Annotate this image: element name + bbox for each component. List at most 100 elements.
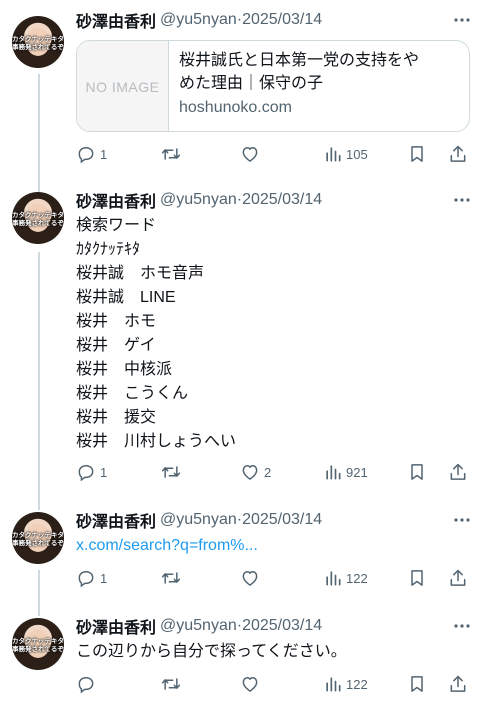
tweet-text: 検索ワード ｶﾀｸﾅｯﾃｷﾀ 桜井誠 ホモ音声 桜井誠 LINE 桜井 ホモ 桜…	[76, 214, 236, 454]
tweet[interactable]: カタクナッテキタ 事務発されてるぞ 砂澤由香利 @yu5nyan · 2025/…	[0, 8, 480, 178]
link-card[interactable]: NO IMAGE 桜井誠氏と日本第一党の支持をや めた理由｜保守の子 hoshu…	[76, 40, 470, 132]
tweet-header: 砂澤由香利 @yu5nyan · 2025/03/14	[76, 8, 322, 32]
card-thumbnail: NO IMAGE	[77, 41, 169, 131]
heart-icon	[242, 465, 258, 480]
views-button[interactable]: 105	[324, 142, 368, 166]
reply-button[interactable]: 1	[76, 566, 107, 590]
share-arrow-icon	[450, 675, 466, 692]
author-name[interactable]: 砂澤由香利	[76, 8, 156, 32]
tweet-date[interactable]: 2025/03/14	[242, 11, 322, 29]
reply-bubble-icon	[78, 570, 94, 588]
avatar[interactable]: カタクナッテキタ 事務発されてるぞ	[12, 16, 64, 68]
share-arrow-icon	[450, 569, 466, 586]
tweet[interactable]: カタクナッテキタ 事務発されてるぞ 砂澤由香利 @yu5nyan · 2025/…	[0, 508, 480, 588]
reply-button[interactable]: 1	[76, 142, 107, 166]
views-count: 921	[346, 464, 368, 480]
text-line: 桜井 川村しょうへい	[76, 433, 237, 450]
more-dots-icon[interactable]	[452, 10, 472, 30]
views-count: 105	[346, 146, 368, 162]
views-count: 122	[346, 676, 368, 692]
bookmark-icon	[411, 676, 423, 692]
tweet-date[interactable]: 2025/03/14	[242, 511, 322, 529]
bookmark-icon	[411, 464, 423, 480]
reply-button[interactable]	[76, 672, 100, 696]
more-dots-icon[interactable]	[452, 190, 472, 210]
author-handle[interactable]: @yu5nyan	[160, 511, 237, 529]
bar-chart-icon	[326, 465, 341, 480]
like-button[interactable]: 2	[240, 460, 271, 484]
bookmark-button[interactable]	[408, 566, 426, 590]
avatar[interactable]: カタクナッテキタ 事務発されてるぞ	[12, 192, 64, 244]
text-line: 桜井誠 LINE	[76, 289, 176, 306]
reply-count: 1	[100, 146, 108, 162]
tweet[interactable]: カタクナッテキタ 事務発されてるぞ 砂澤由香利 @yu5nyan · 2025/…	[0, 614, 480, 698]
text-line: 桜井誠 ホモ音声	[76, 265, 205, 282]
card-title-line: めた理由｜保守の子	[179, 75, 324, 92]
heart-icon	[242, 571, 258, 586]
reply-count: 1	[100, 570, 108, 586]
share-button[interactable]	[448, 142, 468, 166]
bookmark-icon	[411, 570, 423, 586]
author-name[interactable]: 砂澤由香利	[76, 614, 156, 638]
avatar[interactable]: カタクナッテキタ 事務発されてるぞ	[12, 618, 64, 670]
card-domain: hoshunoko.com	[179, 99, 292, 116]
share-button[interactable]	[448, 460, 468, 484]
views-button[interactable]: 122	[324, 672, 368, 696]
author-name[interactable]: 砂澤由香利	[76, 188, 156, 212]
retweet-button[interactable]	[160, 672, 186, 696]
card-meta: 桜井誠氏と日本第一党の支持をや めた理由｜保守の子 hoshunoko.com	[169, 41, 469, 131]
like-button[interactable]	[240, 142, 264, 166]
text-line: 桜井 ゲイ	[76, 337, 156, 354]
bookmark-button[interactable]	[408, 672, 426, 696]
bar-chart-icon	[326, 571, 341, 586]
bookmark-icon	[411, 146, 423, 162]
retweet-arrows-icon	[161, 678, 181, 690]
heart-icon	[242, 147, 258, 162]
share-arrow-icon	[450, 463, 466, 480]
author-handle[interactable]: @yu5nyan	[160, 617, 237, 635]
tweet[interactable]: カタクナッテキタ 事務発されてるぞ 砂澤由香利 @yu5nyan · 2025/…	[0, 188, 480, 488]
retweet-button[interactable]	[160, 566, 186, 590]
retweet-button[interactable]	[160, 460, 186, 484]
avatar-caption: 事務発されてるぞ	[12, 539, 64, 547]
text-line: ｶﾀｸﾅｯﾃｷﾀ	[76, 241, 141, 258]
share-button[interactable]	[448, 672, 468, 696]
heart-icon	[242, 677, 258, 692]
bookmark-button[interactable]	[408, 142, 426, 166]
card-thumbnail-label: NO IMAGE	[85, 79, 160, 95]
avatar-caption: 事務発されてるぞ	[12, 43, 64, 51]
tweet-header: 砂澤由香利 @yu5nyan · 2025/03/14	[76, 508, 322, 532]
share-button[interactable]	[448, 566, 468, 590]
tweet-actions: 1 2 921	[76, 460, 470, 484]
text-line: 桜井 こうくん	[76, 385, 189, 402]
more-dots-icon[interactable]	[452, 616, 472, 636]
text-line: 桜井 中核派	[76, 361, 173, 378]
share-arrow-icon	[450, 145, 466, 162]
like-button[interactable]	[240, 672, 264, 696]
views-button[interactable]: 921	[324, 460, 368, 484]
card-title-line: 桜井誠氏と日本第一党の支持をや	[179, 52, 420, 69]
author-handle[interactable]: @yu5nyan	[160, 11, 237, 29]
tweet-text: この辺りから自分で探ってください。	[76, 643, 347, 660]
card-title: 桜井誠氏と日本第一党の支持をや めた理由｜保守の子	[179, 49, 459, 95]
tweet-actions: 1 105	[76, 142, 470, 166]
avatar[interactable]: カタクナッテキタ 事務発されてるぞ	[12, 512, 64, 564]
retweet-arrows-icon	[161, 572, 181, 584]
tweet-date[interactable]: 2025/03/14	[242, 191, 322, 209]
like-button[interactable]	[240, 566, 264, 590]
tweet-link[interactable]: x.com/search?q=from%...	[76, 534, 258, 558]
views-button[interactable]: 122	[324, 566, 368, 590]
retweet-arrows-icon	[161, 148, 181, 160]
reply-bubble-icon	[78, 146, 94, 164]
tweet-header: 砂澤由香利 @yu5nyan · 2025/03/14	[76, 614, 322, 638]
bar-chart-icon	[326, 677, 341, 692]
author-handle[interactable]: @yu5nyan	[160, 191, 237, 209]
more-dots-icon[interactable]	[452, 510, 472, 530]
avatar-caption: カタクナッテキタ	[12, 531, 64, 539]
retweet-button[interactable]	[160, 142, 186, 166]
reply-button[interactable]: 1	[76, 460, 107, 484]
tweet-date[interactable]: 2025/03/14	[242, 617, 322, 635]
bookmark-button[interactable]	[408, 460, 426, 484]
author-name[interactable]: 砂澤由香利	[76, 508, 156, 532]
reply-bubble-icon	[78, 676, 94, 694]
